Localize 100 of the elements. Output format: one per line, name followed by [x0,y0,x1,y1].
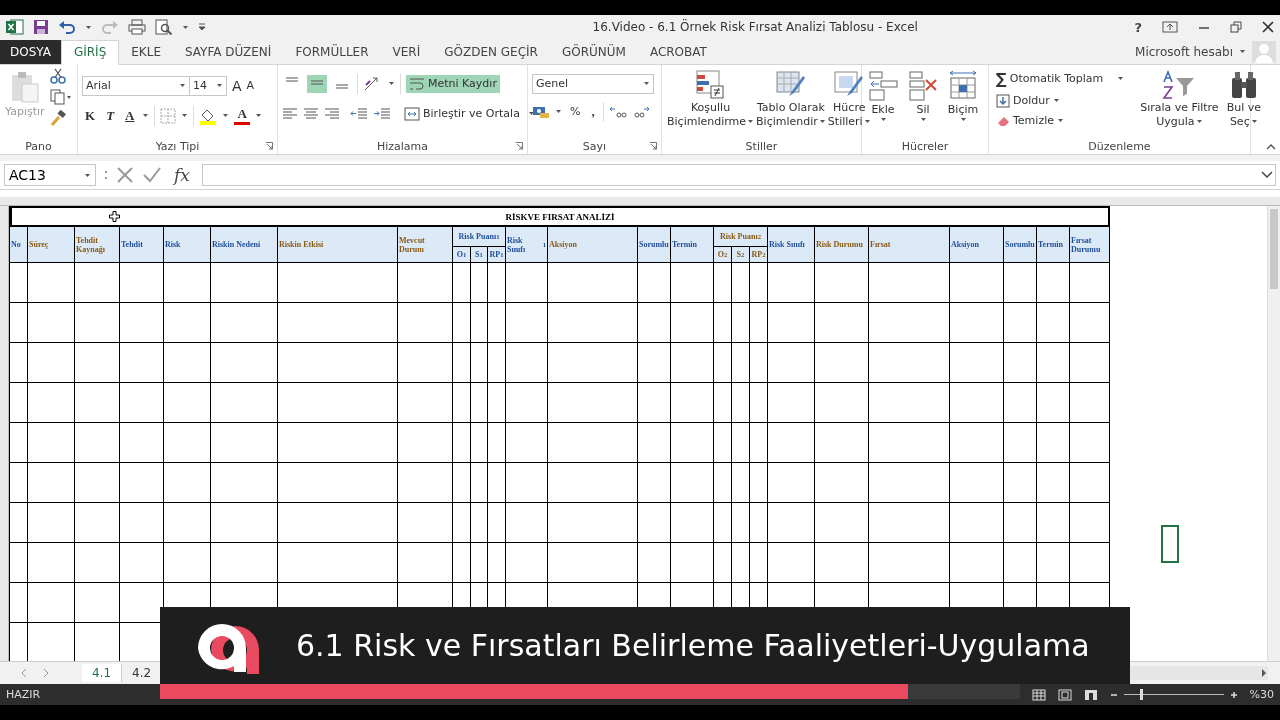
merge-center-button[interactable]: Birleştir ve Ortala [401,104,523,123]
shrink-font-button[interactable]: A [246,79,255,93]
decrease-decimal-icon[interactable] [631,104,650,119]
cells-button[interactable]: Biçim [946,67,980,139]
caret-icon[interactable] [1239,49,1246,55]
caret-icon[interactable] [959,116,967,122]
vertical-align-icon[interactable] [307,74,327,93]
caret-icon[interactable] [179,83,186,89]
undo-icon[interactable] [58,20,76,35]
video-progress-bar[interactable] [160,684,1020,699]
dialog-launcher-icon[interactable] [649,142,657,151]
caret-icon[interactable] [1117,76,1125,82]
ribbon-tab[interactable]: SAYFA DÜZENİ [173,39,284,64]
print-preview-icon[interactable] [155,19,173,36]
account-name[interactable]: Microsoft hesabı [1135,44,1233,59]
cell-styles-button[interactable]: Koşullu Biçimlendirme [666,67,756,139]
expand-icon[interactable] [1261,171,1273,180]
dialog-launcher-icon[interactable] [515,142,523,151]
caret-icon[interactable] [747,118,755,124]
font-name-field[interactable]: Arial [82,75,190,96]
normal-view-icon[interactable] [1031,688,1046,701]
underline-button[interactable]: A [122,105,138,126]
cut-icon[interactable] [49,67,66,84]
cells-button[interactable]: Sil [906,67,940,139]
fill-button[interactable]: Doldur [993,91,1128,110]
column-header: Riskin Etkisi [278,227,398,264]
increase-indent-icon[interactable] [373,107,391,120]
caret-icon[interactable] [643,81,650,87]
caret-icon[interactable] [181,113,189,119]
format-painter-icon[interactable] [49,109,66,126]
ribbon-tab[interactable]: GÖRÜNÜM [549,39,638,64]
zoom-level[interactable]: %30 [1249,688,1274,702]
cell-styles-button[interactable]: Tablo Olarak Biçimlendir [755,67,827,139]
font-size-field[interactable]: 14 [189,75,227,96]
caret-icon[interactable] [84,172,91,178]
ribbon-tab[interactable]: GÖZDEN GEÇİR [432,39,550,64]
caret-icon[interactable] [142,113,150,119]
file-tab[interactable]: DOSYA [0,39,61,64]
app-icon[interactable] [6,19,24,36]
grow-font-button[interactable]: A [232,77,242,94]
bold-button[interactable]: K [82,105,99,126]
help-button[interactable]: ? [1134,19,1142,35]
autosum-button[interactable]: ∑ Otomatik Toplam [993,67,1128,90]
clear-button[interactable]: Temizle [993,111,1128,130]
zoom-in-icon[interactable] [1229,690,1238,699]
vertical-scrollbar[interactable] [1267,206,1280,662]
column-header: Termin [671,227,714,264]
ribbon-tab[interactable]: VERİ [380,39,433,64]
font-color-button[interactable]: A [234,106,250,126]
caret-icon[interactable] [388,81,395,87]
caret-icon[interactable] [182,24,189,30]
italic-button[interactable]: T [103,105,118,126]
caret-icon[interactable] [85,24,92,30]
copy-icon[interactable] [49,88,72,105]
column-header: Sorumlu [638,227,671,264]
decrease-indent-icon[interactable] [350,107,368,120]
scroll-right-icon[interactable] [1260,668,1268,679]
caret-icon[interactable] [1195,118,1203,124]
sheet-tab[interactable]: 4.1 [82,664,123,683]
ribbon-tab[interactable]: FORMÜLLER [283,39,381,64]
currency-icon[interactable] [532,104,550,119]
caret-icon[interactable] [527,111,535,117]
caret-icon[interactable] [1250,118,1258,124]
caret-icon[interactable] [555,109,562,115]
print-icon[interactable] [128,19,146,36]
name-box[interactable]: AC13 [4,164,96,187]
customize-icon[interactable] [198,23,206,32]
formula-input[interactable] [201,164,1276,187]
ribbon-tab[interactable]: EKLE [119,39,173,64]
column-header: Tehdit [120,227,164,264]
comma-style-button[interactable]: , [588,101,598,122]
page-layout-icon[interactable] [1057,688,1072,701]
insert-function-button[interactable]: fx [170,165,194,186]
save-icon[interactable] [33,19,49,36]
increase-decimal-icon[interactable] [608,104,627,119]
close-icon[interactable] [1262,21,1274,34]
caret-icon[interactable] [1057,118,1064,124]
find-select-button[interactable]: Bul ve Seç [1225,67,1262,139]
ribbon-display-icon[interactable] [1162,21,1178,34]
sort-filter-button[interactable]: Sırala ve Filtre Uygula [1139,67,1220,139]
column-header: Sorumlu [1004,227,1037,264]
horizontal-scrollbar[interactable] [1128,666,1268,681]
ribbon-tab[interactable]: ACROBAT [637,39,719,64]
enter-icon[interactable] [142,166,162,185]
cancel-icon[interactable] [116,166,134,185]
caret-icon[interactable] [919,116,927,122]
wrap-text-button[interactable]: Metni Kaydır [406,74,500,93]
caret-icon[interactable] [222,113,230,119]
percent-button[interactable]: % [567,103,584,121]
number-format-field[interactable]: Genel [532,73,654,94]
page-break-icon[interactable] [1083,688,1098,701]
collapse-ribbon-icon[interactable] [1266,143,1276,151]
caret-icon[interactable] [254,113,262,119]
dialog-launcher-icon[interactable] [265,142,273,151]
restore-icon[interactable] [1230,21,1242,34]
caret-icon[interactable] [216,83,223,89]
caret-icon[interactable] [1052,98,1060,104]
column-header: Risk Sınıfı [768,227,815,264]
caret-icon[interactable] [818,118,826,124]
selected-cell[interactable] [1161,525,1179,564]
